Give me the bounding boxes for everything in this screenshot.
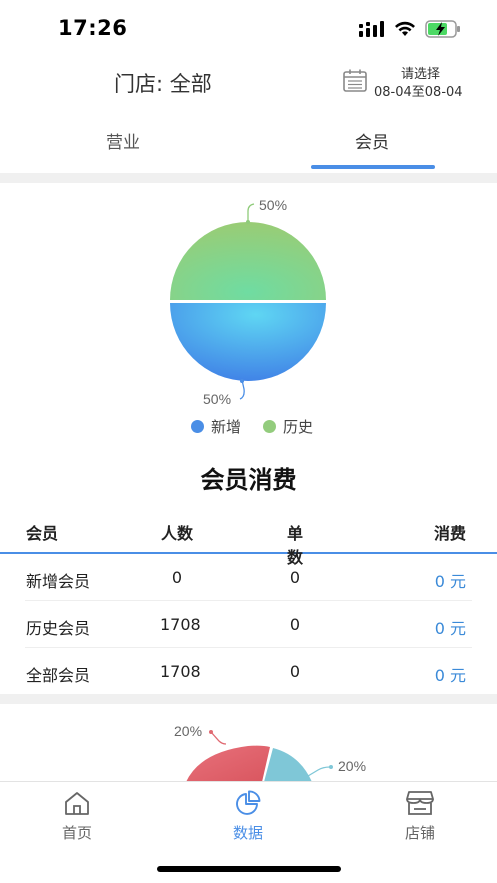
second-pie-chart: 20% 20% (0, 700, 497, 782)
status-bar: 17:26 (0, 0, 497, 58)
tab-business[interactable]: 营业 (106, 128, 140, 153)
wifi-icon (395, 21, 415, 36)
row-orders: 0 (289, 615, 301, 634)
section-title: 会员消费 (200, 466, 297, 494)
member-pie-chart: 50% 50% (0, 185, 497, 445)
pie2-label-right: 20% (338, 758, 366, 774)
tab-members[interactable]: 会员 (355, 128, 389, 153)
header: 门店: 全部 请选择 08-04至08-04 (0, 58, 497, 116)
cellular-signal-icon (359, 21, 384, 37)
row-count: 0 (171, 568, 183, 587)
legend-dot-history (263, 420, 277, 433)
row-orders: 0 (289, 568, 301, 587)
column-header-spend: 消费 (433, 524, 466, 543)
label-leader-top (247, 203, 255, 222)
legend-dot-new (191, 420, 204, 433)
store-icon (406, 791, 434, 815)
nav-label-home: 首页 (61, 824, 92, 842)
row-spend-link[interactable]: 0 元 (435, 568, 466, 592)
row-member-type: 历史会员 (26, 619, 91, 638)
table-row: 历史会员 1708 0 0 元 (0, 601, 497, 648)
member-pie-svg: 50% 50% (170, 197, 326, 407)
nav-home[interactable]: 首页 (37, 790, 117, 843)
pie-slice-history[interactable] (170, 222, 326, 300)
legend-label-history: 历史 (283, 418, 314, 436)
leader-dot-bottom (240, 379, 244, 383)
home-indicator (157, 866, 341, 872)
pie-label-new: 50% (203, 391, 231, 407)
pie-label-history: 50% (259, 197, 287, 213)
pie-legend: 新增 历史 (191, 416, 327, 437)
pie2-leader-right (307, 766, 331, 777)
nav-data[interactable]: 数据 (208, 790, 288, 843)
home-icon (65, 792, 89, 815)
status-icons (359, 20, 461, 38)
row-orders: 0 (289, 662, 301, 681)
column-header-member: 会员 (26, 524, 59, 543)
pie-chart-icon (236, 790, 261, 815)
row-member-type: 新增会员 (26, 572, 91, 591)
pie2-slice-teal[interactable] (264, 748, 312, 782)
nav-label-data: 数据 (232, 824, 263, 842)
store-selector[interactable]: 门店: 全部 (114, 68, 212, 98)
status-time: 17:26 (58, 16, 128, 40)
active-tab-indicator (311, 165, 435, 169)
pie2-leader-dot-left (209, 730, 213, 734)
date-picker-prompt[interactable]: 请选择 (401, 63, 440, 82)
section-divider (0, 173, 497, 183)
pie2-slice-red[interactable] (186, 745, 270, 782)
row-spend-link[interactable]: 0 元 (435, 662, 466, 686)
second-pie-svg: 20% 20% (174, 723, 366, 782)
legend-label-new: 新增 (211, 418, 242, 436)
battery-charging-icon (425, 20, 460, 38)
pie-slice-new[interactable] (170, 303, 326, 381)
table-header: 会员 人数 单数 消费 (0, 506, 497, 567)
date-range[interactable]: 08-04至08-04 (374, 81, 463, 100)
column-header-count: 人数 (160, 524, 193, 543)
row-member-type: 全部会员 (26, 666, 91, 685)
leader-dot-top (246, 220, 250, 224)
tab-bar: 营业 会员 (0, 118, 497, 172)
row-spend-link[interactable]: 0 元 (435, 615, 466, 639)
legend-item-new[interactable]: 新增 (191, 416, 241, 437)
row-count: 1708 (160, 615, 201, 634)
table-row: 全部会员 1708 0 0 元 (0, 648, 497, 695)
calendar-icon[interactable] (342, 68, 368, 94)
pie2-leader-dot-right (329, 765, 333, 769)
pie2-label-left: 20% (174, 723, 202, 739)
row-count: 1708 (160, 662, 201, 681)
pie2-leader-left (210, 731, 227, 745)
table-row: 新增会员 0 0 0 元 (0, 554, 497, 601)
nav-store[interactable]: 店铺 (380, 790, 460, 843)
legend-item-history[interactable]: 历史 (263, 416, 313, 437)
nav-label-store: 店铺 (404, 824, 435, 842)
